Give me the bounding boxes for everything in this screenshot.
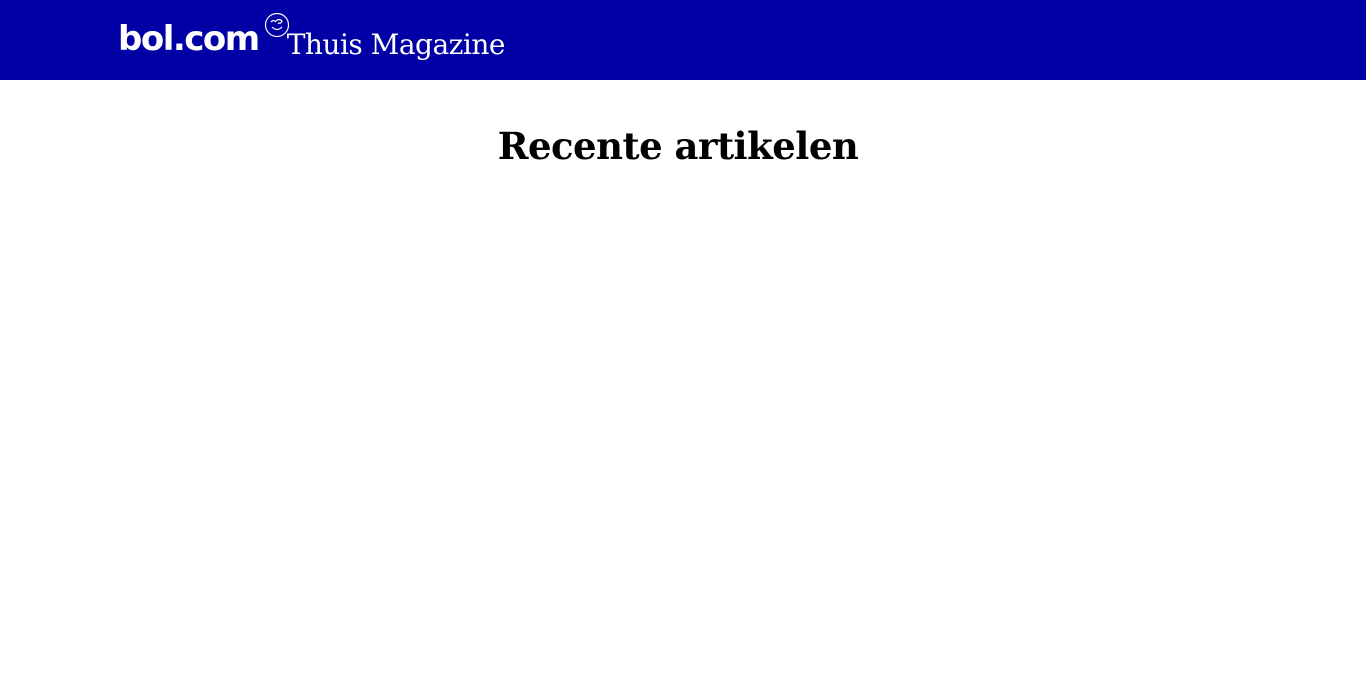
main-content: Recente artikelen	[0, 80, 1366, 694]
magazine-title: Thuis Magazine	[286, 28, 506, 61]
page-title: Recente artikelen	[497, 124, 859, 168]
home-logo-link[interactable]: bol.com Thuis Magazine	[118, 12, 505, 64]
bol-logo: bol.com	[118, 19, 260, 59]
site-header: bol.com Thuis Magazine	[0, 0, 1366, 80]
